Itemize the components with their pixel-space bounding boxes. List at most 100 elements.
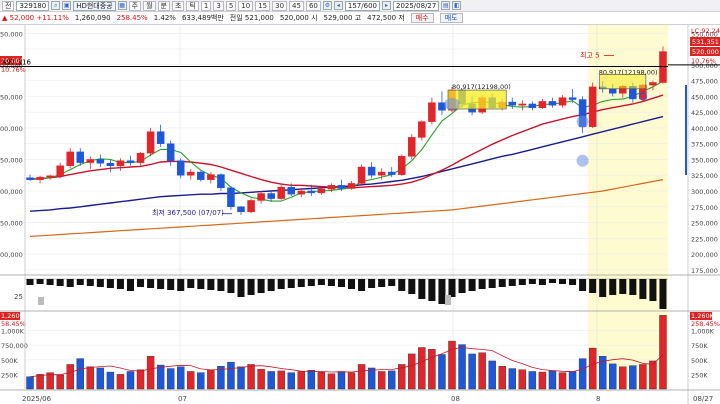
period-month-button[interactable]: 월 (143, 0, 156, 11)
stock-chart[interactable]: 25 1,260K258.45%1,000K750K500K250K1,260K… (0, 25, 720, 404)
candle-body (337, 185, 346, 189)
osc-bar (579, 279, 587, 291)
left-pct-label: 10.76% (1, 66, 26, 74)
candle-body (327, 185, 336, 190)
volume-bar (237, 366, 245, 390)
interval-10-button[interactable]: 10 (238, 0, 254, 11)
volume-bar (297, 371, 306, 390)
volume-bar (578, 358, 587, 390)
osc-bar (66, 279, 74, 287)
volume-bar (36, 374, 44, 390)
osc-bar (659, 279, 667, 309)
osc-bar (468, 279, 476, 291)
candle-body (166, 143, 175, 161)
candle-body (257, 193, 265, 201)
volume-bar (337, 371, 346, 390)
volume-bar (538, 371, 547, 390)
volume-bar (367, 367, 376, 390)
osc-bar (408, 279, 416, 294)
osc-bar (589, 279, 597, 293)
grid-icon[interactable]: ▦ (117, 1, 127, 10)
volume-tick-label: 750K (691, 342, 708, 350)
stock-name[interactable]: HD현대중공 (73, 0, 116, 11)
close-badge-text: 520,000 (692, 48, 719, 56)
osc-bar (337, 279, 345, 287)
volume-bar (287, 372, 295, 390)
search-icon[interactable]: ⌕ (51, 1, 61, 10)
candle-body (136, 152, 145, 163)
candle-body (267, 193, 275, 199)
candle-body (287, 186, 296, 195)
view-mode-button[interactable]: 전 (2, 0, 15, 11)
left-price-tick-label: 50,000 (0, 156, 23, 164)
change-label: ▲ 52,000 +11.11% (2, 14, 69, 22)
change-value: 52,000 (9, 14, 35, 22)
osc-bar (428, 279, 436, 301)
buy-button[interactable]: 매수 (410, 13, 434, 23)
osc-bar (46, 279, 54, 285)
volume-bar (438, 354, 446, 390)
up-arrow-icon: ▲ (2, 14, 8, 22)
interval-5-button[interactable]: 5 (225, 0, 237, 11)
volume-bar (197, 372, 205, 390)
period-tick-button[interactable]: 틱 (186, 0, 199, 11)
settings-icon[interactable]: ⚙ (322, 1, 332, 10)
volume-bar (377, 371, 386, 390)
period-minute-button[interactable]: 분 (157, 0, 170, 11)
volume-bar (619, 366, 627, 390)
left-volume-tick-label: 500K (1, 357, 18, 365)
interval-45-button[interactable]: 45 (289, 0, 304, 11)
osc-bar (137, 279, 145, 287)
left-volume-tick-label: 250K (1, 371, 18, 379)
volume-bar (558, 372, 567, 390)
amount-value: 633,489백만 (181, 14, 224, 22)
candle-body (408, 137, 416, 157)
left-price-tick-label: 00,000 (0, 125, 23, 133)
scroll-left-icon[interactable]: ◂ (333, 1, 343, 10)
left-price-tick-label: 00,000 (0, 188, 23, 196)
volume-bar (387, 370, 396, 390)
stock-code-input[interactable]: 329180 (16, 0, 50, 11)
high-marker-label: 최고 5 (580, 50, 600, 59)
volume-bar (106, 371, 115, 390)
candle-body (277, 186, 285, 199)
period-week-button[interactable]: 주 (128, 0, 142, 11)
volume-bar (498, 366, 506, 390)
volume-bar (508, 368, 516, 390)
price-badge-text: 531,351 (692, 38, 719, 46)
toggle-icon[interactable]: ◧ (452, 1, 462, 10)
osc-bar (508, 279, 516, 286)
osc-bar (649, 279, 657, 301)
interval-60-button[interactable]: 60 (305, 0, 321, 11)
candle-body (317, 188, 326, 194)
left-price-tick-label: 00,000 (0, 251, 23, 259)
sell-button[interactable]: 매도 (439, 13, 463, 23)
interval-1-button[interactable]: 1 (200, 0, 212, 11)
left-price-tick-label: 50,000 (0, 30, 23, 38)
left-volume-tick-label: 1,000K (1, 328, 25, 336)
candle-body (397, 156, 406, 175)
osc-bar (197, 279, 205, 289)
candle-body (96, 159, 105, 164)
osc-bar (619, 279, 627, 294)
bar-count-input[interactable]: 157/600 (344, 0, 380, 11)
volume-bar (317, 371, 326, 390)
candle-body (659, 51, 667, 83)
osc-bar (267, 279, 275, 291)
candle-body (46, 175, 54, 178)
scroll-right-icon[interactable]: ▸ (381, 1, 391, 10)
interval-3-button[interactable]: 3 (213, 0, 224, 11)
volume-bar (448, 340, 456, 390)
interval-30-button[interactable]: 30 (272, 0, 288, 11)
candle-body (347, 183, 356, 189)
date-input[interactable]: 2025/08/27 (392, 0, 440, 11)
osc-bar (96, 279, 104, 287)
candle-body (26, 177, 34, 180)
candle-body (508, 101, 517, 106)
calendar-icon[interactable]: ▤ (441, 1, 451, 10)
lock-icon[interactable]: ▣ (62, 1, 72, 10)
candle-body (528, 103, 537, 108)
period-second-button[interactable]: 초 (171, 0, 185, 11)
candle-body (247, 200, 255, 213)
interval-15-button[interactable]: 15 (255, 0, 271, 11)
